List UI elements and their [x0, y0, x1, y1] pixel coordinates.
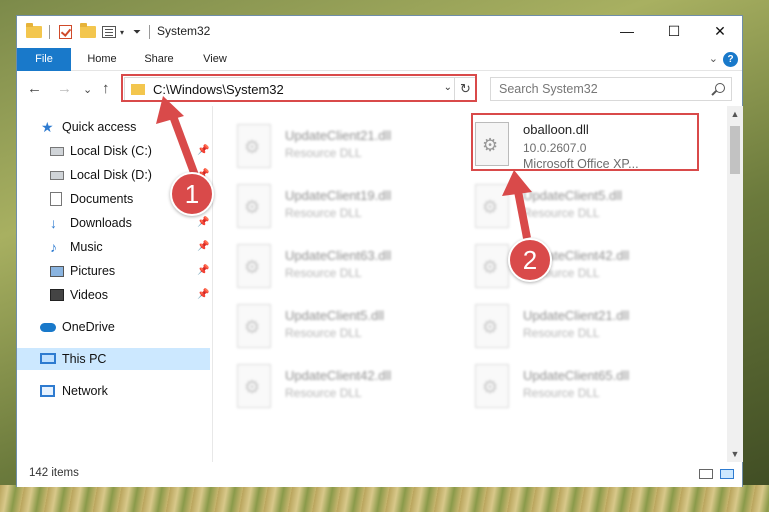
step-2-badge: 2: [508, 238, 552, 282]
arrow-2-head: [502, 170, 532, 196]
step-1-badge: 1: [170, 172, 214, 216]
arrow-2-shaft: [513, 185, 531, 239]
annotation-arrows: [156, 96, 532, 239]
arrow-1-head: [156, 96, 184, 124]
